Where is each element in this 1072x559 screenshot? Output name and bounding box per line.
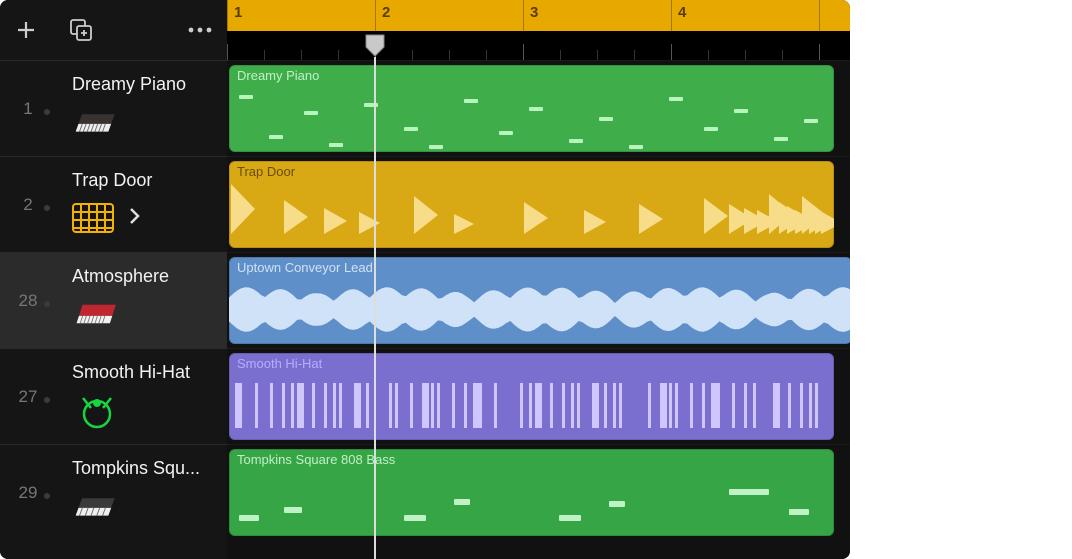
bar-ruler[interactable]: 1 2 3 4 [227, 0, 850, 31]
region-lane[interactable]: Smooth Hi-Hat [227, 348, 850, 444]
track-name-label: Smooth Hi-Hat [72, 362, 227, 383]
bar-number: 2 [375, 0, 523, 31]
duplicate-track-button[interactable] [68, 17, 94, 43]
region-label: Trap Door [229, 161, 834, 182]
more-options-button[interactable] [187, 26, 213, 34]
bar-number [819, 0, 850, 31]
track-name-label: Trap Door [72, 170, 227, 191]
timeline-area[interactable]: 1 2 3 4 Dreamy Piano [227, 0, 850, 559]
track-status-dot [44, 109, 50, 115]
region-lane[interactable]: Uptown Conveyor Lead [227, 252, 850, 348]
track-name-label: Dreamy Piano [72, 74, 227, 95]
track-name-label: Atmosphere [72, 266, 227, 287]
keyboard-icon [72, 102, 122, 142]
add-track-button[interactable] [14, 18, 38, 42]
beat-grid-icon [72, 203, 114, 233]
beat-ruler[interactable] [227, 31, 850, 60]
track-header[interactable]: 28 Atmosphere [0, 252, 227, 348]
track-header[interactable]: 27 Smooth Hi-Hat [0, 348, 227, 444]
daw-window: 1 Dreamy Piano 2 Trap Door [0, 0, 850, 559]
audio-region[interactable]: Trap Door [229, 161, 834, 248]
region-label: Tompkins Square 808 Bass [229, 449, 834, 470]
drum-content [229, 375, 834, 436]
track-body: Tompkins Squ... [56, 445, 227, 540]
region-lane[interactable]: Trap Door [227, 156, 850, 252]
bar-number: 4 [671, 0, 819, 31]
midi-region[interactable]: Smooth Hi-Hat [229, 353, 834, 440]
waveform [229, 279, 850, 340]
bar-number: 3 [523, 0, 671, 31]
track-name-label: Tompkins Squ... [72, 458, 227, 479]
chevron-right-icon[interactable] [128, 206, 142, 231]
bar-number: 1 [227, 0, 375, 31]
duplicate-icon [68, 17, 94, 43]
audio-region[interactable]: Uptown Conveyor Lead [229, 257, 850, 344]
track-number-text: 1 [23, 99, 32, 119]
track-number-text: 27 [19, 387, 38, 407]
track-number: 27 [0, 349, 56, 444]
track-status-dot [44, 205, 50, 211]
track-body: Smooth Hi-Hat [56, 349, 227, 444]
track-number-text: 2 [23, 195, 32, 215]
track-header-panel: 1 Dreamy Piano 2 Trap Door [0, 0, 227, 559]
track-number: 1 [0, 61, 56, 156]
drummer-icon [72, 390, 122, 430]
plus-icon [14, 18, 38, 42]
region-lane[interactable]: Dreamy Piano [227, 60, 850, 156]
region-label: Uptown Conveyor Lead [229, 257, 850, 278]
track-number-text: 28 [19, 291, 38, 311]
track-number: 29 [0, 445, 56, 540]
synth-icon [72, 294, 122, 334]
track-number: 28 [0, 253, 56, 348]
track-number-text: 29 [19, 483, 38, 503]
audio-content [229, 183, 834, 244]
midi-content [229, 471, 834, 532]
midi-content [229, 87, 834, 148]
track-body: Trap Door [56, 157, 227, 252]
more-icon [187, 26, 213, 34]
track-body: Dreamy Piano [56, 61, 227, 156]
track-toolbar [0, 0, 227, 60]
track-status-dot [44, 493, 50, 499]
track-status-dot [44, 301, 50, 307]
midi-region[interactable]: Dreamy Piano [229, 65, 834, 152]
region-label: Dreamy Piano [229, 65, 834, 86]
track-status-dot [44, 397, 50, 403]
region-label: Smooth Hi-Hat [229, 353, 834, 374]
track-body: Atmosphere [56, 253, 227, 348]
keyboard-icon [72, 486, 122, 526]
track-header[interactable]: 29 Tompkins Squ... [0, 444, 227, 540]
track-header[interactable]: 1 Dreamy Piano [0, 60, 227, 156]
track-number: 2 [0, 157, 56, 252]
track-header[interactable]: 2 Trap Door [0, 156, 227, 252]
midi-region[interactable]: Tompkins Square 808 Bass [229, 449, 834, 536]
region-lane[interactable]: Tompkins Square 808 Bass [227, 444, 850, 540]
